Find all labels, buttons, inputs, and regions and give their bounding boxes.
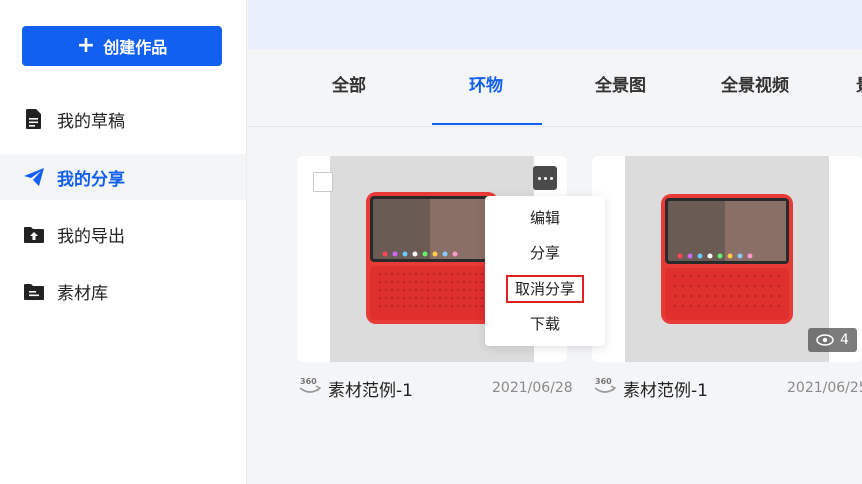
menu-item-unshare-label: 取消分享 <box>505 275 584 303</box>
view-count-badge: 4 <box>808 328 857 352</box>
view-count: 4 <box>840 332 849 348</box>
sidebar-item-library[interactable]: 素材库 <box>0 268 246 314</box>
card-title-text: 素材范例-1 <box>623 380 708 401</box>
sidebar-item-label: 我的草稿 <box>57 111 125 132</box>
select-checkbox[interactable] <box>313 172 333 192</box>
tab-object[interactable]: 环物 <box>469 49 503 127</box>
folder-list-icon <box>24 281 44 301</box>
tab-more[interactable]: 景 <box>856 49 862 127</box>
menu-item-edit[interactable]: 编辑 <box>485 201 605 235</box>
create-work-label: 创建作品 <box>103 38 168 57</box>
tab-panorama[interactable]: 全景图 <box>595 49 646 127</box>
tab-panorama-video[interactable]: 全景视频 <box>721 49 789 127</box>
card-date: 2021/06/25 <box>787 380 862 396</box>
dot-icon <box>537 176 541 180</box>
more-options-menu: 编辑 分享 取消分享 下载 <box>485 196 605 346</box>
menu-item-download[interactable]: 下载 <box>485 307 605 341</box>
folder-upload-icon <box>24 224 44 244</box>
panorama-360-icon: 360 <box>593 375 617 402</box>
sidebar-item-label: 素材库 <box>57 283 108 304</box>
sidebar-item-exports[interactable]: 我的导出 <box>0 211 246 257</box>
more-options-button[interactable] <box>533 166 557 190</box>
card-title-text: 素材范例-1 <box>328 380 413 401</box>
header-banner <box>248 0 862 49</box>
tab-all[interactable]: 全部 <box>332 49 366 127</box>
card-title[interactable]: 360 素材范例-1 <box>298 375 413 402</box>
svg-text:360: 360 <box>300 377 317 386</box>
category-tabs: 全部 环物 全景图 全景视频 景 <box>248 49 862 127</box>
smart-speaker-image <box>661 194 793 324</box>
sidebar: + 创建作品 我的草稿 我的分享 我的导出 素材库 <box>0 0 247 484</box>
svg-text:360: 360 <box>595 377 612 386</box>
plus-icon: + <box>76 33 96 58</box>
work-card[interactable]: 4 <box>592 156 862 362</box>
menu-item-share[interactable]: 分享 <box>485 236 605 270</box>
document-icon <box>24 109 44 129</box>
work-thumbnail[interactable] <box>625 156 829 362</box>
card-date: 2021/06/28 <box>492 380 573 396</box>
dot-icon <box>549 176 553 180</box>
eye-icon <box>816 334 834 346</box>
sidebar-item-label: 我的分享 <box>57 169 125 190</box>
sidebar-item-shares[interactable]: 我的分享 <box>0 154 246 200</box>
dot-icon <box>543 176 547 180</box>
create-work-button[interactable]: + 创建作品 <box>22 26 222 66</box>
tab-active-indicator <box>432 123 542 125</box>
sidebar-item-drafts[interactable]: 我的草稿 <box>0 96 246 142</box>
card-title[interactable]: 360 素材范例-1 <box>593 375 708 402</box>
paper-plane-icon <box>24 167 44 187</box>
panorama-360-icon: 360 <box>298 375 322 402</box>
sidebar-item-label: 我的导出 <box>57 226 125 247</box>
menu-item-unshare[interactable]: 取消分享 <box>485 272 605 306</box>
